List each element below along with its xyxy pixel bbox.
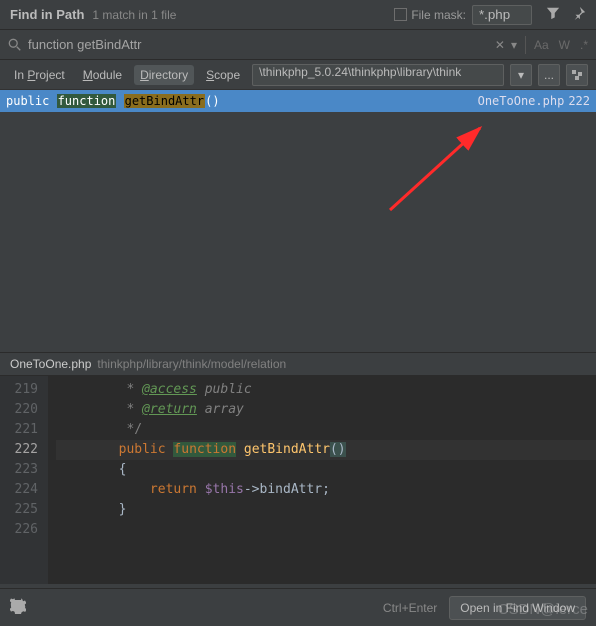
file-mask-label: File mask: [411, 8, 466, 22]
file-mask-checkbox[interactable] [394, 8, 407, 21]
recursive-toggle[interactable] [566, 64, 588, 86]
tab-module[interactable]: Module [77, 65, 128, 85]
footer: Ctrl+Enter Open in Find Window [0, 588, 596, 626]
shortcut-hint: Ctrl+Enter [383, 601, 437, 615]
result-line: 222 [568, 94, 590, 108]
browse-button[interactable]: ... [538, 64, 560, 86]
tab-directory[interactable]: Directory [134, 65, 194, 85]
code-preview[interactable]: 219 220 221 222 223 224 225 226 * @acces… [0, 376, 596, 584]
tab-scope[interactable]: Scope [200, 65, 246, 85]
file-mask-input[interactable] [472, 5, 532, 25]
title-bar: Find in Path 1 match in 1 file File mask… [0, 0, 596, 30]
code-body: * @access public * @return array */ publ… [48, 376, 596, 584]
result-text: public function getBindAttr() [6, 94, 220, 108]
whole-word-toggle[interactable]: W [559, 38, 570, 52]
search-input[interactable] [28, 37, 495, 52]
result-file: OneToOne.php [478, 94, 565, 108]
history-icon[interactable]: ▾ [511, 38, 517, 52]
regex-toggle[interactable]: .* [580, 38, 588, 52]
search-icon [8, 38, 22, 52]
filter-icon[interactable] [546, 6, 560, 23]
preview-file: OneToOne.php [10, 357, 91, 371]
preview-header: OneToOne.php thinkphp/library/think/mode… [0, 352, 596, 376]
directory-path-input[interactable]: \thinkphp_5.0.24\thinkphp\library\think [252, 64, 504, 86]
pin-icon[interactable] [572, 6, 586, 23]
annotation-arrow [380, 120, 500, 220]
preview-path: thinkphp/library/think/model/relation [97, 357, 286, 371]
separator [525, 36, 526, 54]
history-dropdown-button[interactable]: ▾ [510, 64, 532, 86]
results-pane: public function getBindAttr() OneToOne.p… [0, 90, 596, 352]
open-in-find-window-button[interactable]: Open in Find Window [449, 596, 586, 620]
tab-in-project[interactable]: In Project [8, 65, 71, 85]
gear-icon[interactable] [10, 598, 26, 617]
clear-icon[interactable]: ✕ [495, 38, 505, 52]
match-count: 1 match in 1 file [92, 8, 176, 22]
search-bar: ✕ ▾ Aa W .* [0, 30, 596, 60]
scope-bar: In Project Module Directory Scope \think… [0, 60, 596, 90]
gutter: 219 220 221 222 223 224 225 226 [0, 376, 48, 584]
result-row[interactable]: public function getBindAttr() OneToOne.p… [0, 90, 596, 112]
match-case-toggle[interactable]: Aa [534, 38, 549, 52]
dialog-title: Find in Path [10, 7, 84, 22]
